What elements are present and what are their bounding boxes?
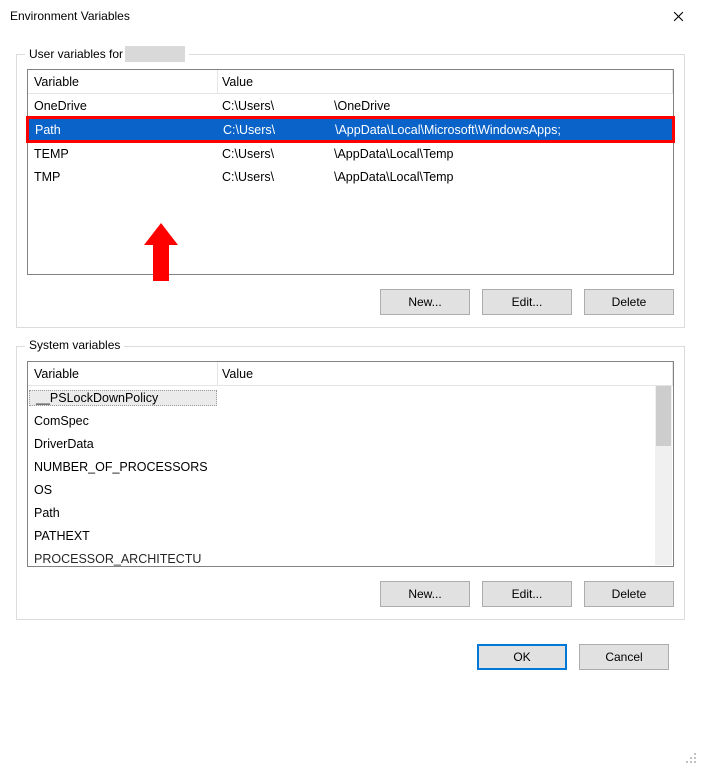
user-row-path[interactable]: Path C:\Users\ \AppData\Local\Microsoft\… [29,119,672,140]
system-row-processor-arch[interactable]: PROCESSOR_ARCHITECTU [28,547,673,567]
env-vars-dialog: Environment Variables User variables for… [0,0,701,768]
user-variables-group: User variables for Variable Value OneDri… [16,54,685,328]
system-row-os[interactable]: OS [28,478,673,501]
cell-var: PATHEXT [28,529,218,543]
cell-var: OneDrive [28,99,218,113]
system-row-numprocessors[interactable]: NUMBER_OF_PROCESSORS [28,455,673,478]
dialog-buttons-row: OK Cancel [12,626,689,670]
system-row-pslockdown[interactable]: __PSLockDownPolicy [28,386,673,409]
user-col-variable[interactable]: Variable [28,70,218,93]
cell-var: Path [29,123,219,137]
user-row-temp[interactable]: TEMP C:\Users\ \AppData\Local\Temp [28,142,673,165]
close-icon[interactable] [655,0,701,32]
system-new-button[interactable]: New... [380,581,470,607]
scrollbar-thumb[interactable] [656,386,671,446]
dialog-body: User variables for Variable Value OneDri… [0,32,701,670]
system-row-comspec[interactable]: ComSpec [28,409,673,432]
resize-grip-icon[interactable] [685,752,697,764]
user-new-button[interactable]: New... [380,289,470,315]
titlebar: Environment Variables [0,0,701,32]
user-variables-label: User variables for [25,46,189,62]
user-list-header: Variable Value [28,70,673,94]
system-delete-button[interactable]: Delete [584,581,674,607]
cell-var: OS [28,483,218,497]
user-buttons-row: New... Edit... Delete [27,289,674,315]
cell-var: __PSLockDownPolicy [29,390,217,406]
cell-var: TEMP [28,147,218,161]
cell-var: PROCESSOR_ARCHITECTU [28,552,218,566]
cell-var: NUMBER_OF_PROCESSORS [28,460,218,474]
cell-val: C:\Users\ \AppData\Local\Temp [218,147,673,161]
system-col-variable[interactable]: Variable [28,362,218,385]
cell-var: DriverData [28,437,218,451]
system-vars-list[interactable]: Variable Value __PSLockDownPolicy ComSpe… [27,361,674,567]
user-vars-label-text: User variables for [29,47,123,61]
cell-var: TMP [28,170,218,184]
system-col-value[interactable]: Value [218,362,673,385]
user-edit-button[interactable]: Edit... [482,289,572,315]
cell-var: Path [28,506,218,520]
annotation-arrow-icon [144,223,178,281]
system-variables-group: System variables Variable Value __PSLock… [16,346,685,620]
system-row-pathext[interactable]: PATHEXT [28,524,673,547]
cell-val: C:\Users\ \OneDrive [218,99,673,113]
system-row-path[interactable]: Path [28,501,673,524]
system-edit-button[interactable]: Edit... [482,581,572,607]
username-redacted [125,46,185,62]
cell-val: C:\Users\ \AppData\Local\Microsoft\Windo… [219,123,672,137]
window-title: Environment Variables [10,0,655,32]
system-vars-label-text: System variables [29,338,120,352]
ok-button[interactable]: OK [477,644,567,670]
system-buttons-row: New... Edit... Delete [27,581,674,607]
user-row-onedrive[interactable]: OneDrive C:\Users\ \OneDrive [28,94,673,117]
user-col-value[interactable]: Value [218,70,673,93]
system-list-header: Variable Value [28,362,673,386]
system-variables-label: System variables [25,338,124,352]
cell-var: ComSpec [28,414,218,428]
user-delete-button[interactable]: Delete [584,289,674,315]
system-scrollbar[interactable] [655,386,672,565]
cancel-button[interactable]: Cancel [579,644,669,670]
user-row-tmp[interactable]: TMP C:\Users\ \AppData\Local\Temp [28,165,673,188]
user-vars-list[interactable]: Variable Value OneDrive C:\Users\ \OneDr… [27,69,674,275]
cell-val: C:\Users\ \AppData\Local\Temp [218,170,673,184]
system-row-driverdata[interactable]: DriverData [28,432,673,455]
